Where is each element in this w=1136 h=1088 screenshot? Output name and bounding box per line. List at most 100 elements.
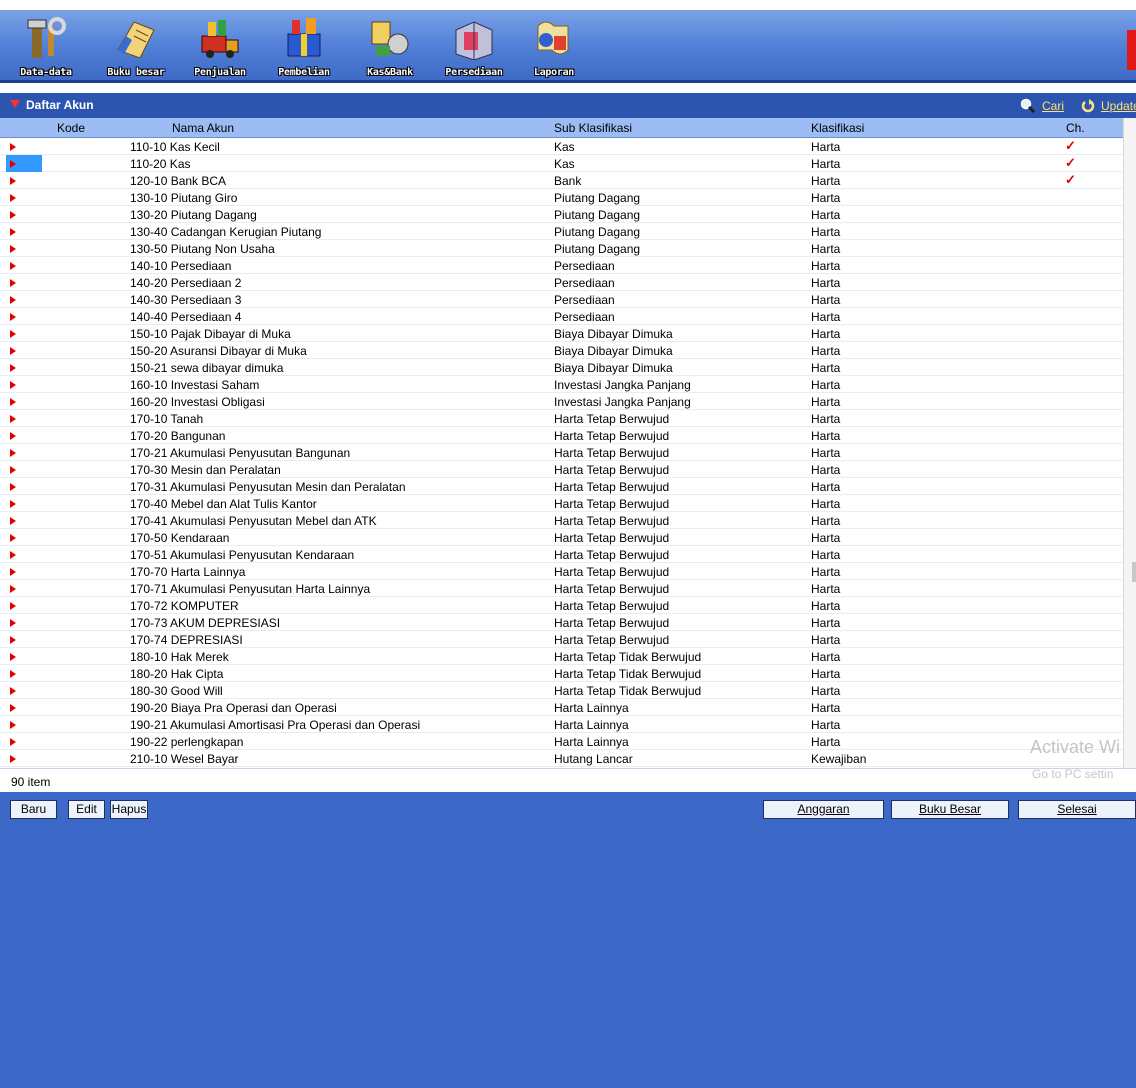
table-row[interactable]: 170-41 Akumulasi Penyusutan Mebel dan AT… [0,512,1123,529]
account-name-cell: 210-10 Wesel Bayar [130,752,239,766]
table-row[interactable]: 170-30 Mesin dan Peralatan Harta Tetap Be… [0,461,1123,478]
table-row[interactable]: 130-20 Piutang Dagang Piutang Dagang Harta [0,206,1123,223]
scrollbar-thumb[interactable] [1132,562,1136,582]
search-button[interactable]: Cari [1020,97,1064,115]
column-header-ch[interactable]: Ch. [1066,121,1085,135]
selesai-button[interactable]: Selesai [1018,800,1136,819]
toolbar-button-persediaan[interactable]: Persediaan [442,14,506,80]
classification-cell: Harta [811,633,841,647]
baru-button[interactable]: Baru [10,800,57,819]
table-row[interactable]: 170-31 Akumulasi Penyusutan Mesin dan Pe… [0,478,1123,495]
table-row[interactable]: 170-74 DEPRESIASI Harta Tetap Berwujud Har… [0,631,1123,648]
table-row[interactable]: 170-21 Akumulasi Penyusutan Bangunan Hart… [0,444,1123,461]
table-row[interactable]: 170-40 Mebel dan Alat Tulis Kantor Harta … [0,495,1123,512]
table-row[interactable]: 170-50 Kendaraan Harta Tetap Berwujud Hart… [0,529,1123,546]
sub-classification-cell: Kas [554,157,575,171]
sub-classification-cell: Biaya Dibayar Dimuka [554,344,673,358]
table-row[interactable]: 120-10 Bank BCA Bank Harta ✓ [0,172,1123,189]
table-row[interactable]: 150-21 sewa dibayar dimuka Biaya Dibayar … [0,359,1123,376]
table-row[interactable]: 140-40 Persediaan 4 Persediaan Harta [0,308,1123,325]
account-name-cell: 150-10 Pajak Dibayar di Muka [130,327,291,341]
row-marker-icon [10,364,16,372]
row-marker-icon [10,228,16,236]
main-toolbar: Data-data Buku besar Penjualan Pembelian [0,10,1136,83]
sub-classification-cell: Hutang Lancar [554,752,633,766]
table-row[interactable]: 130-40 Cadangan Kerugian Piutang Piutang … [0,223,1123,240]
row-marker-icon [10,721,16,729]
red-edge-marker [1127,30,1136,70]
account-name-cell: 170-41 Akumulasi Penyusutan Mebel dan AT… [130,514,377,528]
table-row[interactable]: 180-30 Good Will Harta Tetap Tidak Berwuj… [0,682,1123,699]
buku-besar-button[interactable]: Buku Besar [891,800,1009,819]
table-row[interactable]: 190-22 perlengkapan Harta Lainnya Harta [0,733,1123,750]
classification-cell: Harta [811,701,841,715]
table-row[interactable]: 210-10 Wesel Bayar Hutang Lancar Kewajiban [0,750,1123,767]
toolbar-button-kas-bank[interactable]: Kas&Bank [358,14,422,80]
row-marker-icon [10,177,16,185]
table-row[interactable]: 160-10 Investasi Saham Investasi Jangka P… [0,376,1123,393]
classification-cell: Harta [811,735,841,749]
anggaran-button[interactable]: Anggaran [763,800,884,819]
search-icon [1020,98,1036,114]
column-header-nama-akun[interactable]: Nama Akun [172,121,234,135]
collapse-arrow-icon[interactable] [10,100,20,108]
sub-classification-cell: Harta Tetap Berwujud [554,599,670,613]
toolbar-label: Kas&Bank [367,67,413,78]
search-label: Cari [1042,99,1065,113]
table-row[interactable]: 140-30 Persediaan 3 Persediaan Harta [0,291,1123,308]
toolbar-label: Buku besar [107,67,165,78]
edit-button[interactable]: Edit [68,800,105,819]
classification-cell: Harta [811,344,841,358]
account-name-cell: 130-40 Cadangan Kerugian Piutang [130,225,322,239]
vertical-scrollbar[interactable] [1123,118,1136,768]
table-row[interactable]: 170-70 Harta Lainnya Harta Tetap Berwujud… [0,563,1123,580]
sub-classification-cell: Harta Lainnya [554,701,629,715]
hapus-button[interactable]: Hapus [110,800,148,819]
table-row[interactable]: 140-10 Persediaan Persediaan Harta [0,257,1123,274]
table-row[interactable]: 170-71 Akumulasi Penyusutan Harta Lainny… [0,580,1123,597]
table-row[interactable]: 170-51 Akumulasi Penyusutan Kendaraan Har… [0,546,1123,563]
toolbar-button-laporan[interactable]: Laporan [522,14,586,80]
table-row[interactable]: 170-10 Tanah Harta Tetap Berwujud Harta [0,410,1123,427]
table-row[interactable]: 130-50 Piutang Non Usaha Piutang Dagang Ha… [0,240,1123,257]
update-button[interactable]: Update [1081,97,1136,115]
activation-watermark-sub: Go to PC settin [1032,767,1114,781]
table-row[interactable]: 190-20 Biaya Pra Operasi dan Operasi Hart… [0,699,1123,716]
column-header-kode[interactable]: Kode [57,121,85,135]
table-row[interactable]: 110-20 Kas Kas Harta ✓ [0,155,1123,172]
classification-cell: Kewajiban [811,752,867,766]
table-row[interactable]: 170-20 Bangunan Harta Tetap Berwujud Harta [0,427,1123,444]
sub-classification-cell: Harta Tetap Berwujud [554,412,670,426]
account-name-cell: 180-20 Hak Cipta [130,667,224,681]
table-row[interactable]: 140-20 Persediaan 2 Persediaan Harta [0,274,1123,291]
table-row[interactable]: 160-20 Investasi Obligasi Investasi Jangk… [0,393,1123,410]
table-row[interactable]: 180-10 Hak Merek Harta Tetap Tidak Berwuj… [0,648,1123,665]
toolbar-button-penjualan[interactable]: Penjualan [188,14,252,80]
classification-cell: Harta [811,174,841,188]
table-row[interactable]: 110-10 Kas Kecil Kas Harta ✓ [0,138,1123,155]
account-name-cell: 180-10 Hak Merek [130,650,229,664]
table-row[interactable]: 130-10 Piutang Giro Piutang Dagang Harta [0,189,1123,206]
edit-label: Edit [76,802,97,816]
classification-cell: Harta [811,225,841,239]
sub-classification-cell: Harta Tetap Tidak Berwujud [554,684,702,698]
column-header-sub-klasifikasi[interactable]: Sub Klasifikasi [554,121,632,135]
table-row[interactable]: 190-21 Akumulasi Amortisasi Pra Operasi … [0,716,1123,733]
table-row[interactable]: 170-73 AKUM DEPRESIASI Harta Tetap Berwuj… [0,614,1123,631]
toolbar-button-data-data[interactable]: Data-data [14,14,78,80]
table-header: Kode Nama Akun Sub Klasifikasi Klasifika… [0,118,1123,138]
row-marker-icon [10,279,16,287]
table-row[interactable]: 180-20 Hak Cipta Harta Tetap Tidak Berwuj… [0,665,1123,682]
report-scroll-icon [537,21,569,55]
toolbar-button-buku-besar[interactable]: Buku besar [104,14,168,80]
row-marker-icon [10,670,16,678]
table-row[interactable]: 170-72 KOMPUTER Harta Tetap Berwujud Harta [0,597,1123,614]
table-row[interactable]: 150-20 Asuransi Dibayar di Muka Biaya Dib… [0,342,1123,359]
sub-classification-cell: Harta Tetap Tidak Berwujud [554,650,702,664]
column-header-klasifikasi[interactable]: Klasifikasi [811,121,864,135]
status-bar: 90 item [0,768,1136,792]
table-row[interactable]: 150-10 Pajak Dibayar di Muka Biaya Dibaya… [0,325,1123,342]
classification-cell: Harta [811,361,841,375]
account-name-cell: 170-31 Akumulasi Penyusutan Mesin dan Pe… [130,480,406,494]
toolbar-button-pembelian[interactable]: Pembelian [272,14,336,80]
